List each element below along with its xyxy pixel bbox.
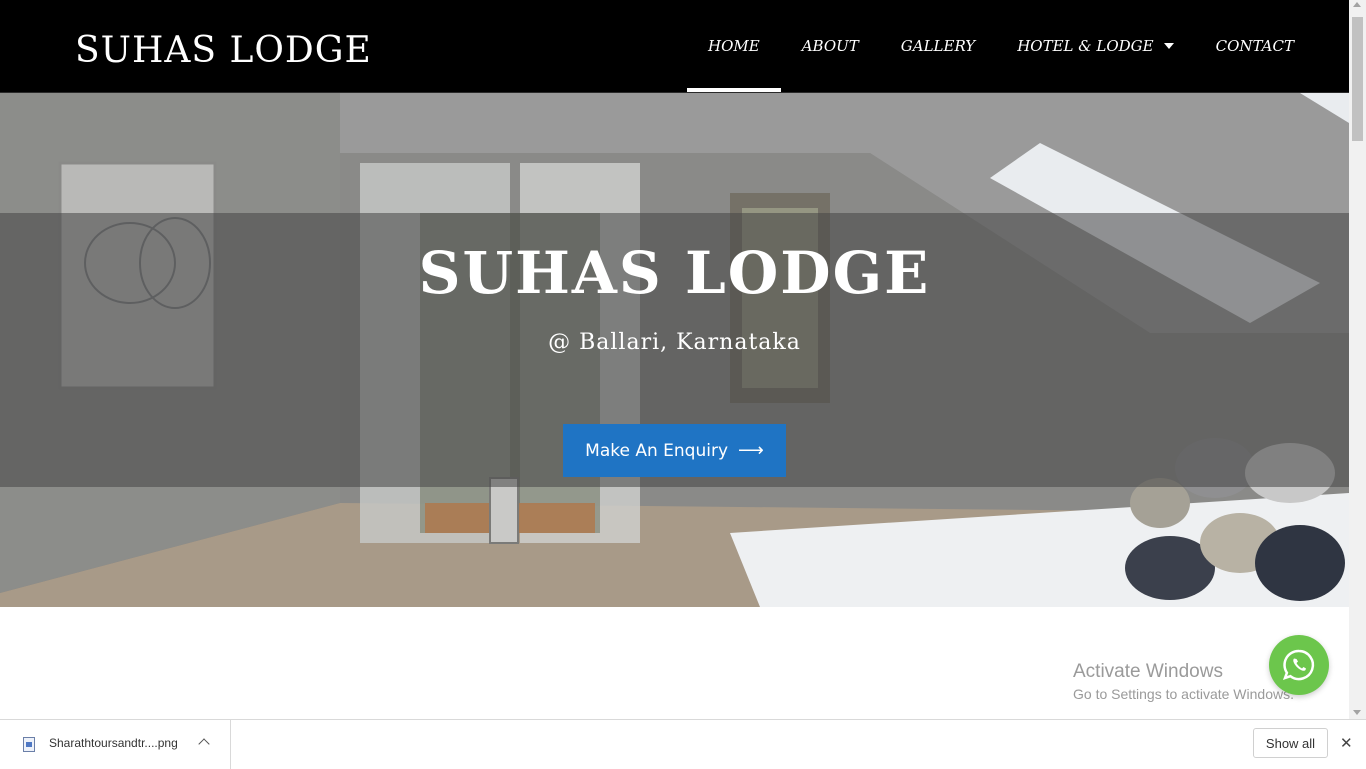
page-scrollbar[interactable] xyxy=(1349,0,1366,719)
nav-item-gallery[interactable]: GALLERY xyxy=(880,0,996,92)
main-nav: HOME ABOUT GALLERY HOTEL & LODGE CONTACT xyxy=(687,0,1315,92)
nav-item-contact[interactable]: CONTACT xyxy=(1195,0,1315,92)
download-item[interactable]: Sharathtoursandtr....png xyxy=(0,720,231,769)
chevron-up-icon[interactable] xyxy=(198,738,210,750)
whatsapp-button[interactable] xyxy=(1269,635,1329,695)
scroll-up-icon[interactable] xyxy=(1353,2,1361,7)
watermark-title: Activate Windows xyxy=(1073,661,1223,682)
scroll-down-icon[interactable] xyxy=(1353,710,1361,715)
hero-subtitle: @ Ballari, Karnataka xyxy=(548,330,801,355)
nav-label-home: HOME xyxy=(708,37,760,55)
nav-label-about: ABOUT xyxy=(801,37,859,55)
watermark-subtitle: Go to Settings to activate Windows. xyxy=(1073,686,1294,702)
nav-item-about[interactable]: ABOUT xyxy=(781,0,880,92)
make-enquiry-button[interactable]: Make An Enquiry ⟶ xyxy=(563,424,786,477)
windows-activation-watermark: Activate Windows Go to Settings to activ… xyxy=(1073,660,1294,704)
arrow-right-icon: ⟶ xyxy=(738,439,764,461)
nav-label-hotel-lodge: HOTEL & LODGE xyxy=(1017,37,1154,55)
site-logo[interactable]: SUHAS LODGE xyxy=(75,28,372,74)
hero-section: SUHAS LODGE @ Ballari, Karnataka Make An… xyxy=(0,93,1349,607)
nav-label-gallery: GALLERY xyxy=(900,37,976,55)
download-file-name: Sharathtoursandtr....png xyxy=(49,736,178,750)
close-icon[interactable]: ✕ xyxy=(1340,735,1353,751)
show-all-button[interactable]: Show all xyxy=(1253,728,1328,758)
nav-item-hotel-lodge[interactable]: HOTEL & LODGE xyxy=(996,0,1194,92)
site-header: SUHAS LODGE HOME ABOUT GALLERY HOTEL & L… xyxy=(0,0,1349,93)
hero-title: SUHAS LODGE xyxy=(418,239,931,307)
nav-label-contact: CONTACT xyxy=(1215,37,1294,55)
image-file-icon xyxy=(23,737,35,752)
chevron-down-icon xyxy=(1163,43,1174,49)
nav-item-home[interactable]: HOME xyxy=(687,0,781,92)
scroll-thumb[interactable] xyxy=(1352,17,1363,141)
make-enquiry-label: Make An Enquiry xyxy=(585,440,729,461)
whatsapp-icon xyxy=(1282,649,1315,681)
download-bar: Sharathtoursandtr....png Show all ✕ xyxy=(0,719,1366,769)
